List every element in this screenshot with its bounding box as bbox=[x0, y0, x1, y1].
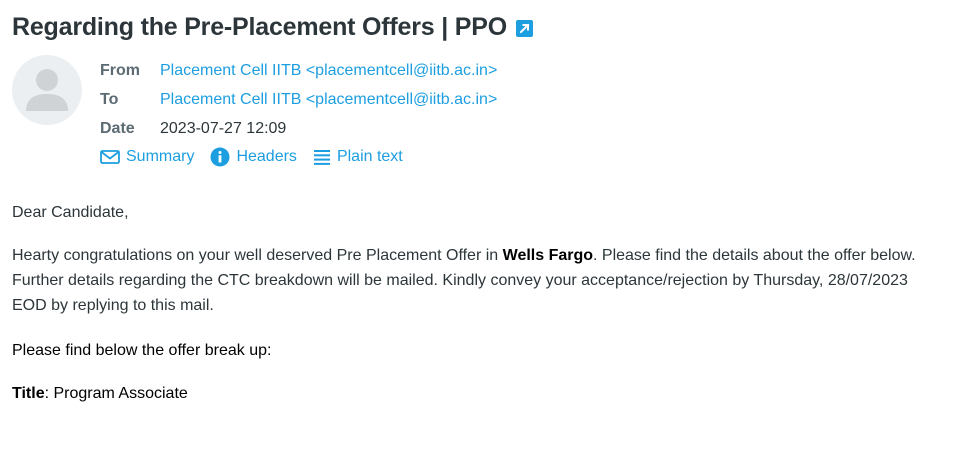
email-subject: Regarding the Pre-Placement Offers | PPO bbox=[12, 13, 533, 42]
company-name: Wells Fargo bbox=[502, 247, 594, 264]
from-label: From bbox=[100, 61, 140, 79]
email-body: Dear Candidate, Hearty congratulations o… bbox=[12, 200, 942, 406]
to-label: To bbox=[100, 90, 119, 108]
plain-text-label: Plain text bbox=[336, 148, 403, 165]
header-view-toolbar: Summary Headers Plain text bbox=[100, 147, 419, 167]
date-value: 2023-07-27 12:09 bbox=[160, 119, 287, 137]
para1-prefix: Hearty congratulations on your well dese… bbox=[12, 247, 503, 264]
headers-button[interactable]: Headers bbox=[210, 147, 297, 167]
date-label: Date bbox=[100, 119, 135, 137]
breakup-intro: Please find below the offer break up: bbox=[12, 342, 272, 359]
from-row: From Placement Cell IITB <placementcell@… bbox=[100, 56, 497, 85]
title-line: Title: Program Associate bbox=[12, 381, 942, 406]
info-icon bbox=[210, 147, 230, 167]
subject-text: Regarding the Pre-Placement Offers | PPO bbox=[12, 13, 507, 41]
title-label: Title bbox=[12, 385, 45, 402]
greeting: Dear Candidate, bbox=[12, 204, 129, 221]
sender-avatar bbox=[12, 55, 82, 125]
summary-label: Summary bbox=[126, 148, 195, 165]
to-row: To Placement Cell IITB <placementcell@ii… bbox=[100, 85, 497, 114]
to-address-link[interactable]: Placement Cell IITB <placementcell@iitb.… bbox=[160, 91, 497, 109]
email-headers: From Placement Cell IITB <placementcell@… bbox=[100, 56, 497, 143]
open-in-new-window-icon[interactable] bbox=[515, 20, 533, 37]
title-value: : Program Associate bbox=[44, 385, 188, 402]
date-row: Date 2023-07-27 12:09 bbox=[100, 114, 497, 143]
summary-button[interactable]: Summary bbox=[100, 147, 194, 167]
headers-label: Headers bbox=[236, 148, 297, 165]
envelope-icon bbox=[100, 150, 120, 164]
congratulations-paragraph: Hearty congratulations on your well dese… bbox=[12, 243, 942, 318]
plain-text-button[interactable]: Plain text bbox=[313, 147, 403, 167]
lines-icon bbox=[313, 150, 330, 165]
user-avatar-icon bbox=[26, 69, 68, 111]
from-address-link[interactable]: Placement Cell IITB <placementcell@iitb.… bbox=[160, 62, 497, 80]
